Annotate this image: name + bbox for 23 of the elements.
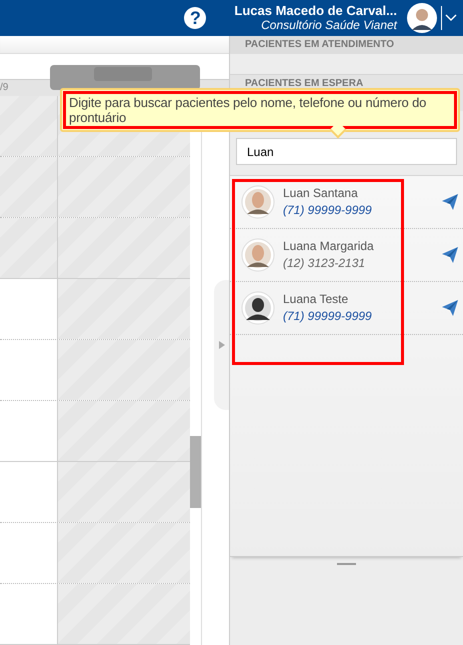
section-header: PACIENTES EM ATENDIMENTO	[230, 36, 463, 54]
patient-phone: (12) 3123-2131	[283, 255, 366, 272]
help-icon[interactable]: ?	[184, 7, 206, 29]
user-avatar-icon[interactable]	[407, 3, 437, 33]
patient-phone[interactable]: (71) 99999-9999	[283, 308, 442, 325]
send-icon[interactable]	[442, 300, 458, 316]
collapse-tab[interactable]	[214, 280, 229, 410]
column-header: /9	[0, 82, 10, 94]
user-name: Lucas Macedo de Carval...	[234, 3, 397, 18]
view-toggle-button[interactable]	[50, 65, 200, 90]
scrollbar-thumb[interactable]	[190, 436, 201, 508]
search-field[interactable]: Luan	[236, 138, 457, 165]
tooltip-text: Digite para buscar pacientes pelo nome, telefone ou número do prontuário	[63, 91, 457, 129]
patient-name[interactable]: Luana Teste	[283, 291, 442, 308]
send-icon[interactable]	[442, 194, 458, 210]
send-icon[interactable]	[442, 247, 458, 263]
patient-name[interactable]: Luana Margarida	[283, 238, 442, 255]
expand-arrow-icon[interactable]	[218, 341, 224, 349]
patient-phone[interactable]: (71) 99999-9999	[283, 202, 442, 219]
clinic-name: Consultório Saúde Vianet	[261, 18, 397, 33]
resize-handle[interactable]	[337, 563, 356, 565]
chevron-down-icon[interactable]	[445, 14, 457, 22]
patient-name[interactable]: Luan Santana	[283, 185, 442, 202]
